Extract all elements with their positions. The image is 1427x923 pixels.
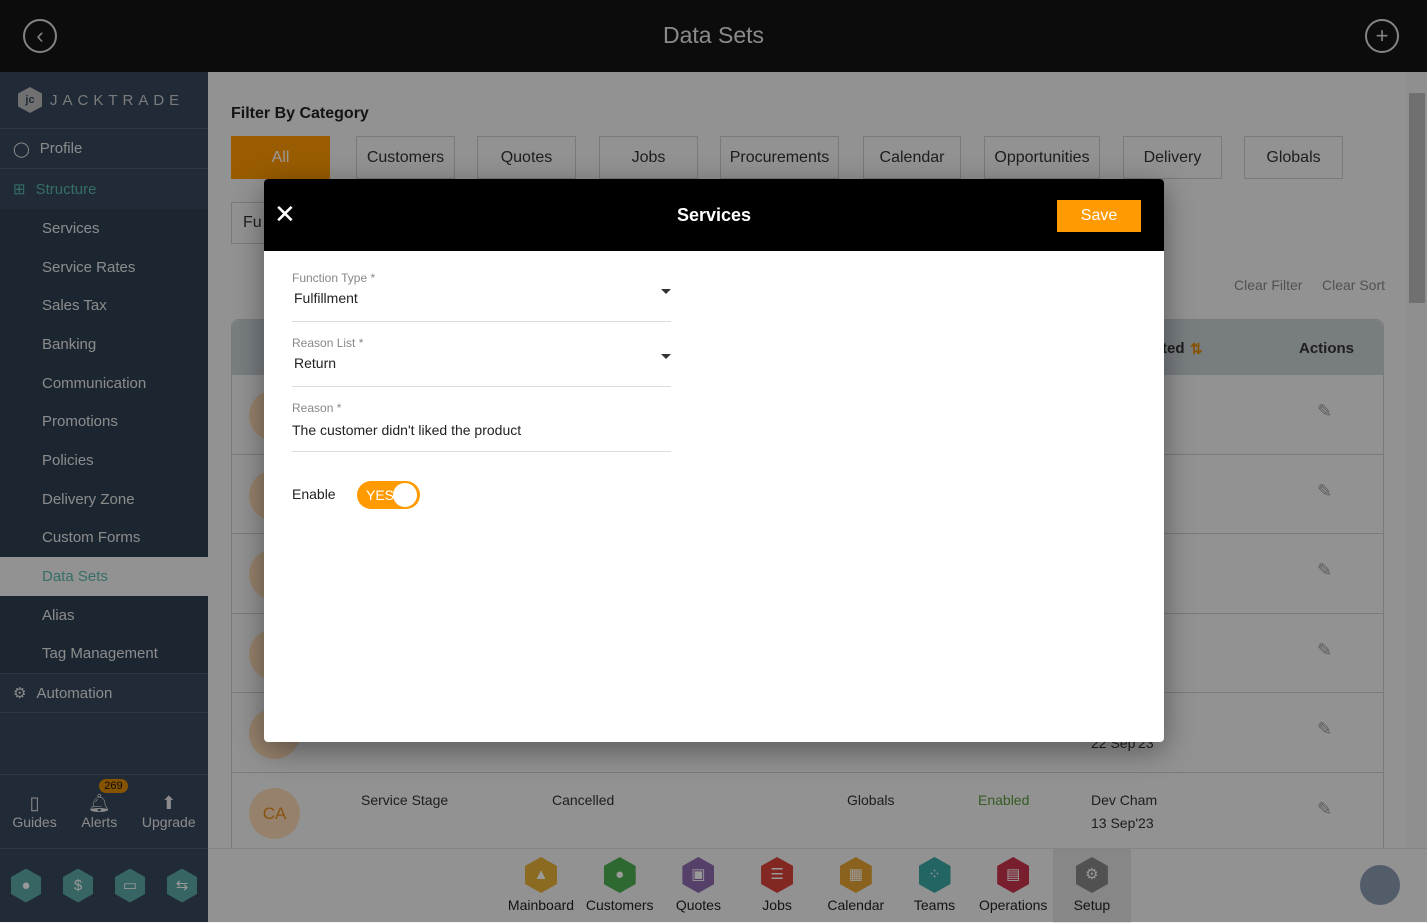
reason-list-select[interactable]: Reason List * Return bbox=[292, 328, 671, 387]
enable-label: Enable bbox=[292, 486, 336, 502]
function-type-select[interactable]: Function Type * Fulfillment bbox=[292, 263, 671, 322]
enable-toggle[interactable]: YES bbox=[357, 481, 420, 509]
caret-down-icon bbox=[661, 354, 671, 359]
modal-title: Services bbox=[676, 205, 752, 225]
save-button[interactable]: Save bbox=[1057, 200, 1141, 232]
caret-down-icon bbox=[661, 289, 671, 294]
reason-input[interactable]: Reason * The customer didn't liked the pr… bbox=[292, 393, 671, 452]
services-modal: ✕ Services Save Function Type * Fulfillme… bbox=[264, 179, 1164, 742]
